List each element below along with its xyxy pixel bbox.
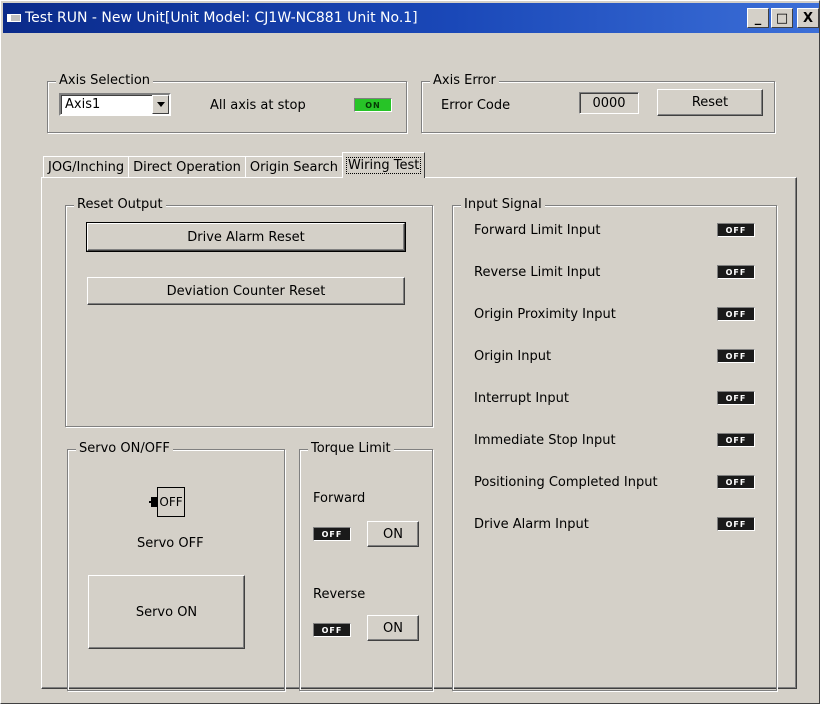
- input-signal-lamp: OFF: [717, 391, 755, 405]
- input-signal-lamp-text: OFF: [725, 225, 747, 235]
- all-axis-stop-lamp-text: ON: [365, 100, 381, 110]
- system-menu-icon[interactable]: [7, 14, 21, 22]
- servo-group: Servo ON/OFF: [67, 441, 285, 691]
- servo-status-text: Servo OFF: [137, 536, 204, 551]
- input-signal-label: Drive Alarm Input: [474, 517, 589, 532]
- input-signal-label: Immediate Stop Input: [474, 433, 616, 448]
- torque-forward-lamp-text: OFF: [321, 529, 343, 539]
- drive-alarm-reset-button[interactable]: Drive Alarm Reset: [86, 222, 406, 252]
- torque-reverse-label: Reverse: [313, 587, 366, 602]
- input-signal-label: Origin Input: [474, 349, 552, 364]
- torque-forward-lamp: OFF: [313, 527, 351, 541]
- input-signal-lamp: OFF: [717, 349, 755, 363]
- axis-selection-legend: Axis Selection: [56, 73, 154, 89]
- torque-limit-group: Torque Limit: [299, 441, 433, 691]
- input-signal-label: Positioning Completed Input: [474, 475, 658, 490]
- window-title: Test RUN - New Unit[Unit Model: CJ1W-NC8…: [25, 10, 418, 26]
- axis-select[interactable]: Axis1: [59, 93, 171, 116]
- input-signal-lamp: OFF: [717, 307, 755, 321]
- torque-reverse-lamp-text: OFF: [321, 625, 343, 635]
- deviation-counter-reset-button[interactable]: Deviation Counter Reset: [87, 277, 405, 305]
- servo-legend: Servo ON/OFF: [76, 441, 173, 457]
- tab-origin-search[interactable]: Origin Search: [244, 156, 343, 178]
- tab-jog-inching[interactable]: JOG/Inching: [43, 156, 130, 178]
- test-run-window: Test RUN - New Unit[Unit Model: CJ1W-NC8…: [0, 0, 820, 704]
- tab-origin-search-label: Origin Search: [249, 160, 338, 175]
- torque-limit-legend: Torque Limit: [308, 441, 394, 457]
- servo-status-icon: OFF: [149, 487, 185, 517]
- axis-error-legend: Axis Error: [430, 73, 499, 89]
- torque-reverse-on-button[interactable]: ON: [367, 615, 419, 641]
- input-signal-lamp-text: OFF: [725, 393, 747, 403]
- chevron-down-icon: [156, 102, 165, 107]
- error-reset-button[interactable]: Reset: [657, 89, 763, 116]
- input-signal-legend: Input Signal: [461, 197, 545, 213]
- input-signal-lamp: OFF: [717, 265, 755, 279]
- tab-direct-operation[interactable]: Direct Operation: [128, 156, 246, 178]
- all-axis-stop-label: All axis at stop: [210, 98, 306, 113]
- tab-strip: JOG/Inching Direct Operation Origin Sear…: [43, 152, 426, 178]
- input-signal-lamp-text: OFF: [725, 435, 747, 445]
- input-signal-lamp: OFF: [717, 475, 755, 489]
- servo-on-button[interactable]: Servo ON: [88, 575, 245, 649]
- input-signal-lamp: OFF: [717, 517, 755, 531]
- tab-jog-inching-label: JOG/Inching: [48, 160, 125, 175]
- minimize-button[interactable]: _: [747, 8, 769, 28]
- axis-select-value: Axis1: [65, 97, 101, 112]
- torque-forward-on-button[interactable]: ON: [367, 521, 419, 547]
- torque-forward-label: Forward: [313, 491, 366, 506]
- all-axis-stop-lamp: ON: [354, 98, 392, 112]
- error-code-field: 0000: [579, 92, 639, 114]
- input-signal-lamp: OFF: [717, 433, 755, 447]
- torque-reverse-lamp: OFF: [313, 623, 351, 637]
- input-signal-lamp-text: OFF: [725, 477, 747, 487]
- input-signal-lamp-text: OFF: [725, 519, 747, 529]
- maximize-button[interactable]: □: [771, 8, 793, 28]
- axis-select-dropdown-button[interactable]: [152, 95, 169, 114]
- error-code-label: Error Code: [441, 98, 511, 113]
- title-bar[interactable]: Test RUN - New Unit[Unit Model: CJ1W-NC8…: [3, 3, 819, 33]
- input-signal-label: Origin Proximity Input: [474, 307, 616, 322]
- input-signal-label: Reverse Limit Input: [474, 265, 601, 280]
- input-signal-label: Forward Limit Input: [474, 223, 601, 238]
- input-signal-lamp-text: OFF: [725, 351, 747, 361]
- input-signal-lamp-text: OFF: [725, 309, 747, 319]
- reset-output-legend: Reset Output: [74, 197, 166, 213]
- input-signal-label: Interrupt Input: [474, 391, 570, 406]
- close-button[interactable]: X: [797, 8, 819, 28]
- tab-wiring-test[interactable]: Wiring Test: [341, 152, 426, 178]
- input-signal-lamp: OFF: [717, 223, 755, 237]
- servo-icon-body: OFF: [157, 487, 185, 517]
- tab-wiring-test-label: Wiring Test: [345, 157, 422, 174]
- tab-direct-operation-label: Direct Operation: [133, 160, 241, 175]
- input-signal-lamp-text: OFF: [725, 267, 747, 277]
